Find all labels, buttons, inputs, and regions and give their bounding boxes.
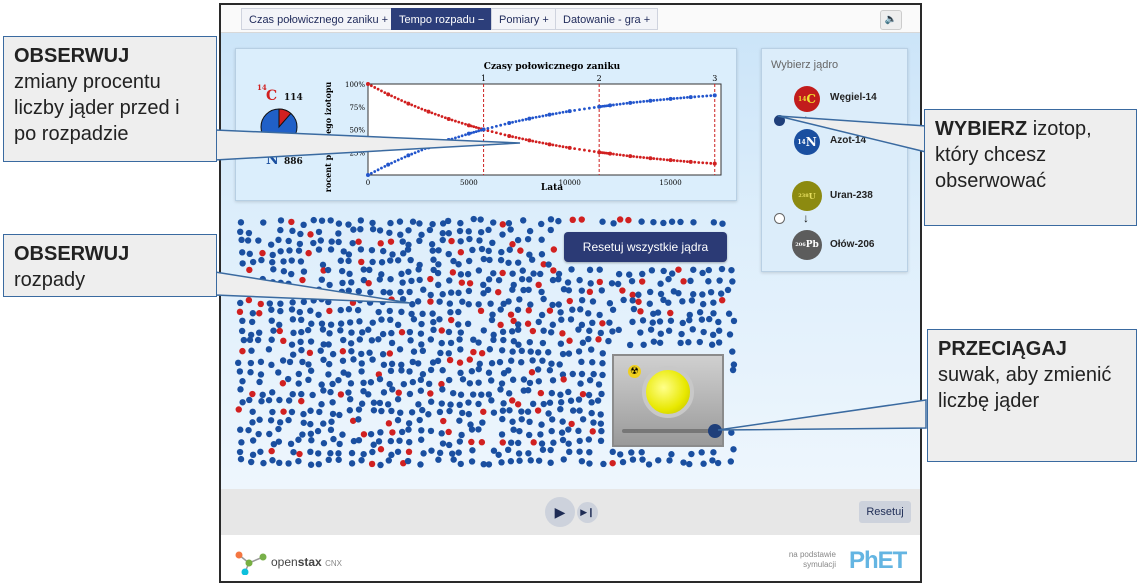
callout-observe-decay: OBSERWUJ rozpady [3, 234, 217, 297]
callout-select-isotope: WYBIERZ izotop, który chcesz obserwować [924, 109, 1137, 226]
callout-observe-percent: OBSERWUJ zmiany procentu liczby jąder prz… [3, 36, 217, 162]
callout-drag-slider: PRZECIĄGAJ suwak, aby zmienić liczbę jąde… [927, 329, 1137, 462]
